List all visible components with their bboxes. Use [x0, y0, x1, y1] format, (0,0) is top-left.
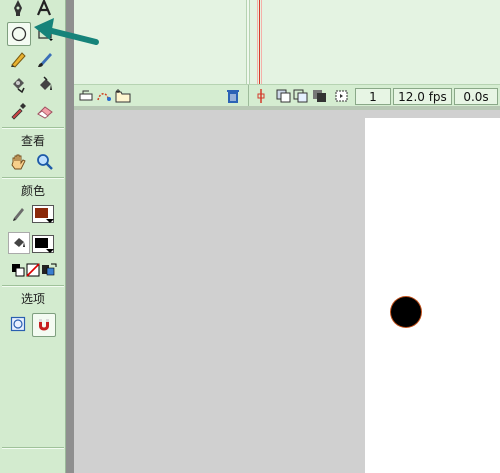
options-section-label: 选项: [20, 292, 45, 306]
annotation-arrow-icon: [34, 18, 99, 45]
edit-multiple-frames-icon[interactable]: [312, 88, 327, 104]
motion-guide-icon[interactable]: [96, 88, 112, 104]
toolbox-divider: [2, 285, 64, 287]
chevron-down-icon: [46, 219, 54, 223]
timeline-divider: [246, 0, 250, 84]
zoom-icon[interactable]: [34, 151, 56, 173]
view-section-label: 查看: [20, 134, 45, 148]
trash-icon[interactable]: [225, 88, 241, 104]
toolbox-divider: [2, 447, 64, 449]
elapsed-time-field: 0.0s: [454, 88, 498, 105]
frame-rate-field[interactable]: 12.0 fps: [393, 88, 452, 105]
insert-layer-icon[interactable]: [78, 88, 94, 104]
oval-icon[interactable]: [7, 22, 31, 46]
text-icon[interactable]: [33, 0, 55, 19]
playhead[interactable]: [257, 0, 262, 84]
ink-bottle-icon[interactable]: [7, 74, 29, 96]
paint-bucket-icon[interactable]: [34, 74, 56, 96]
brush-icon[interactable]: [34, 48, 56, 70]
current-frame-field: 1: [355, 88, 391, 105]
hand-icon[interactable]: [7, 151, 29, 173]
stroke-pencil-icon: [8, 202, 30, 224]
stage-canvas[interactable]: [365, 118, 500, 473]
eraser-icon[interactable]: [34, 100, 56, 122]
fill-color-swatch[interactable]: [32, 235, 54, 253]
toolbox-divider: [2, 177, 64, 179]
fill-color-fill: [35, 238, 48, 248]
drawn-circle[interactable]: [391, 297, 421, 327]
onion-skin-icon[interactable]: [276, 88, 291, 104]
swap-colors-icon[interactable]: [38, 259, 60, 281]
object-drawing-icon[interactable]: [7, 313, 29, 335]
stroke-color-swatch[interactable]: [32, 205, 54, 223]
timeline-toolbar: 1 12.0 fps 0.0s: [74, 84, 500, 107]
onion-outlines-icon[interactable]: [293, 88, 308, 104]
toolbar-divider: [248, 85, 249, 107]
color-section-label: 颜色: [20, 184, 45, 198]
fill-bucket-icon: [8, 232, 30, 254]
toolbox-panel: 查看 颜色 选项: [0, 0, 66, 473]
insert-folder-icon[interactable]: [115, 88, 131, 104]
toolbox-divider: [2, 127, 64, 129]
eyedropper-icon[interactable]: [7, 100, 29, 122]
modify-onion-markers-icon[interactable]: [334, 88, 349, 104]
snap-magnet-icon[interactable]: [32, 313, 56, 337]
pencil-icon[interactable]: [7, 48, 29, 70]
center-frame-icon[interactable]: [254, 88, 268, 104]
stroke-color-fill: [35, 208, 48, 218]
pen-icon[interactable]: [7, 0, 29, 19]
chevron-down-icon: [46, 249, 54, 253]
panel-splitter[interactable]: [66, 0, 74, 473]
